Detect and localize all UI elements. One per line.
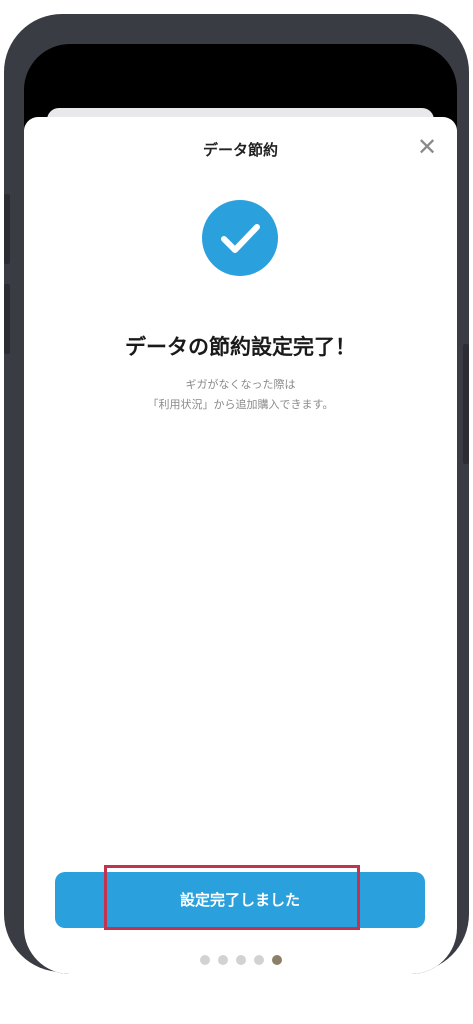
message-line-2: 「利用状況」から追加購入できます。 (147, 398, 334, 411)
sheet-title: データ節約 (202, 141, 278, 159)
side-button-right (463, 344, 469, 464)
page-dot-5-active (271, 955, 282, 965)
success-message: ギガがなくなった際は 「利用状況」から追加購入できます。 (24, 375, 457, 415)
page-dot-4 (253, 955, 264, 965)
message-line-1: ギガがなくなった際は (185, 378, 296, 391)
success-heading: データの節約設定完了！ (125, 335, 356, 359)
settings-complete-button[interactable]: 設定完了しました (55, 872, 425, 928)
page-dot-2 (217, 955, 228, 965)
side-button-left-2 (4, 284, 10, 354)
page-dot-1 (199, 955, 210, 965)
close-icon[interactable]: ✕ (415, 135, 439, 159)
phone-frame: データ節約 ✕ データの節約設定完了！ ギガがなくなった際は 「利用状況」から追… (4, 14, 469, 974)
phone-screen: データ節約 ✕ データの節約設定完了！ ギガがなくなった際は 「利用状況」から追… (24, 44, 457, 974)
page-indicator (24, 955, 457, 965)
side-button-left (4, 194, 10, 264)
modal-sheet: データ節約 ✕ データの節約設定完了！ ギガがなくなった際は 「利用状況」から追… (24, 117, 457, 974)
checkmark-circle-icon (202, 200, 278, 276)
page-dot-3 (235, 955, 246, 965)
